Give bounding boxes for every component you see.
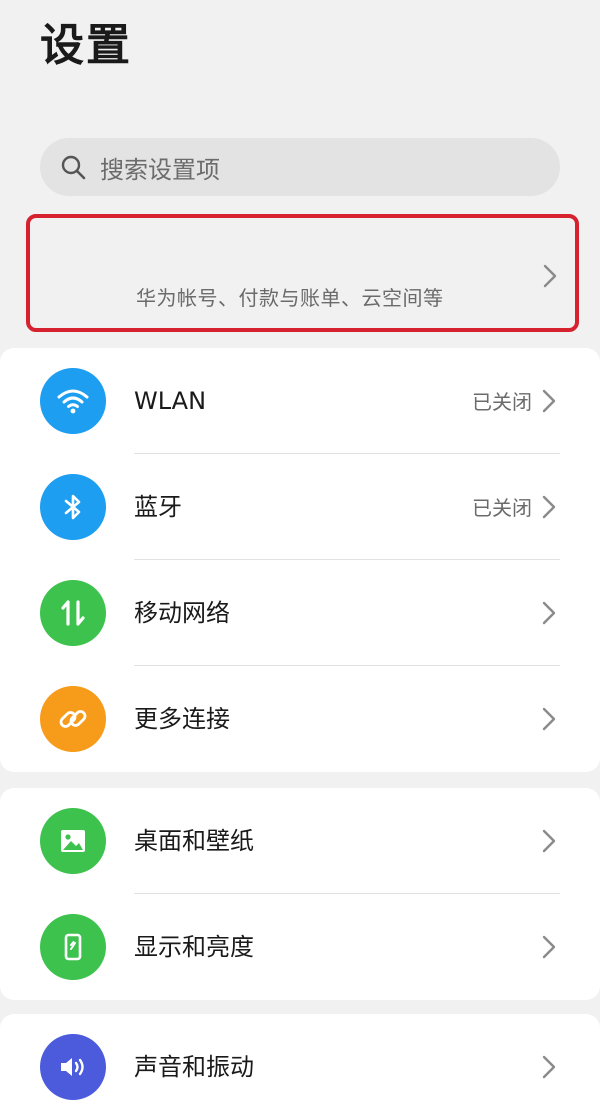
search-icon bbox=[61, 155, 86, 180]
settings-item-sound[interactable]: 声音和振动 bbox=[0, 1014, 600, 1120]
mobile-network-label: 移动网络 bbox=[134, 599, 230, 627]
settings-item-wlan[interactable]: WLAN 已关闭 bbox=[0, 348, 600, 454]
chevron-right-icon bbox=[542, 389, 556, 413]
settings-item-bluetooth[interactable]: 蓝牙 已关闭 bbox=[0, 454, 600, 560]
chevron-right-icon bbox=[542, 1055, 556, 1079]
more-connections-label: 更多连接 bbox=[134, 705, 230, 733]
connectivity-group: WLAN 已关闭 蓝牙 已关闭 移动网络 更多连接 bbox=[0, 348, 600, 772]
chevron-right-icon bbox=[542, 935, 556, 959]
settings-item-display[interactable]: 显示和亮度 bbox=[0, 894, 600, 1000]
link-icon bbox=[40, 686, 106, 752]
bluetooth-status: 已关闭 bbox=[472, 496, 532, 520]
chevron-right-icon bbox=[543, 264, 557, 288]
settings-item-more-connections[interactable]: 更多连接 bbox=[0, 666, 600, 772]
display-label: 显示和亮度 bbox=[134, 933, 254, 961]
bluetooth-label: 蓝牙 bbox=[134, 493, 182, 521]
wallpaper-icon bbox=[40, 808, 106, 874]
page-title: 设置 bbox=[40, 20, 132, 71]
wlan-status: 已关闭 bbox=[472, 390, 532, 414]
sound-icon bbox=[40, 1034, 106, 1100]
account-subtitle: 华为帐号、付款与账单、云空间等 bbox=[136, 286, 444, 310]
bluetooth-icon bbox=[40, 474, 106, 540]
account-entry[interactable]: 华为帐号、付款与账单、云空间等 bbox=[26, 214, 579, 332]
mobile-data-icon bbox=[40, 580, 106, 646]
chevron-right-icon bbox=[542, 707, 556, 731]
search-bar[interactable]: 搜索设置项 bbox=[40, 138, 560, 196]
header-area: 设置 搜索设置项 华为帐号、付款与账单、云空间等 bbox=[0, 0, 600, 334]
settings-item-wallpaper[interactable]: 桌面和壁纸 bbox=[0, 788, 600, 894]
display-group: 桌面和壁纸 显示和亮度 bbox=[0, 788, 600, 1000]
wallpaper-label: 桌面和壁纸 bbox=[134, 827, 254, 855]
sound-label: 声音和振动 bbox=[134, 1053, 254, 1081]
wlan-label: WLAN bbox=[134, 387, 207, 415]
sound-group: 声音和振动 bbox=[0, 1014, 600, 1120]
chevron-right-icon bbox=[542, 601, 556, 625]
settings-item-mobile-network[interactable]: 移动网络 bbox=[0, 560, 600, 666]
search-placeholder: 搜索设置项 bbox=[100, 155, 220, 184]
chevron-right-icon bbox=[542, 829, 556, 853]
wifi-icon bbox=[40, 368, 106, 434]
chevron-right-icon bbox=[542, 495, 556, 519]
display-icon bbox=[40, 914, 106, 980]
